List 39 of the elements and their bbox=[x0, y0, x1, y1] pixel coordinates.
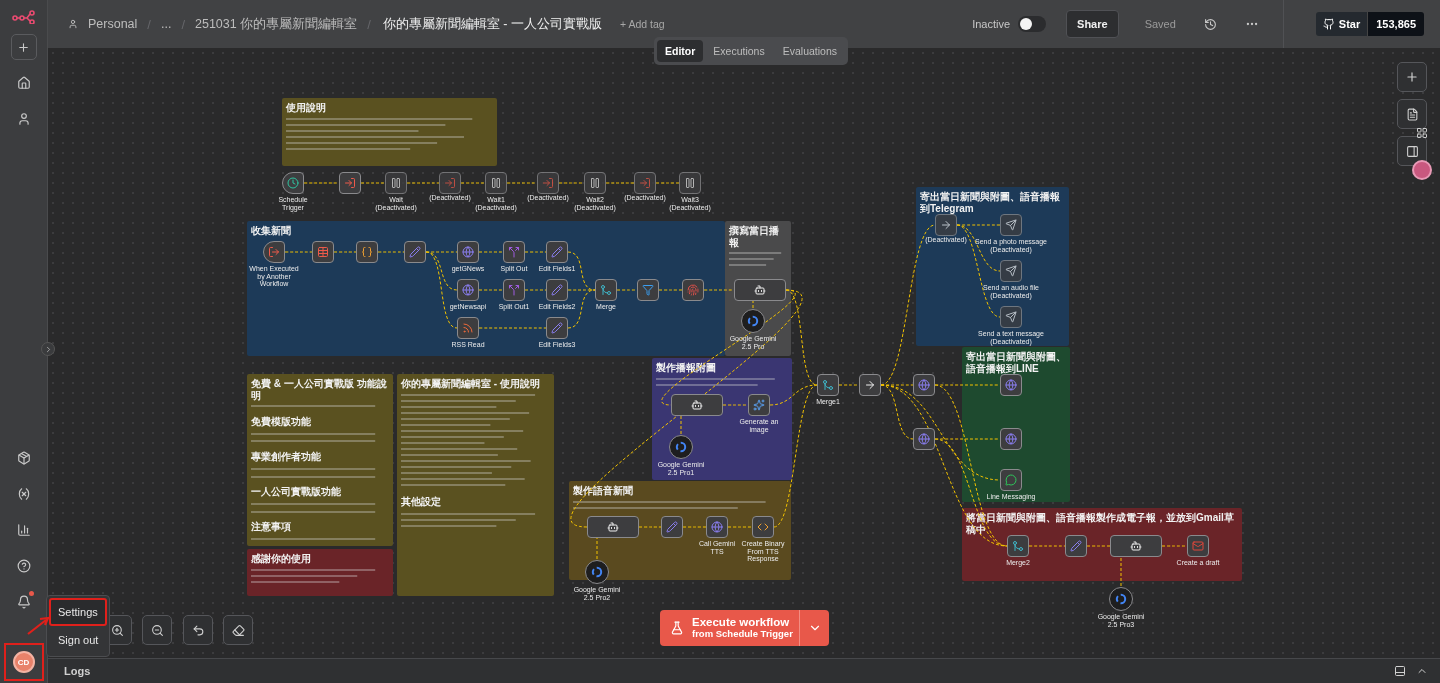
logs-label[interactable]: Logs bbox=[64, 665, 91, 677]
note-heading: 專業創作者功能 bbox=[251, 449, 322, 464]
sticky-note[interactable]: 感謝你的使用 bbox=[247, 549, 393, 596]
share-button[interactable]: Share bbox=[1066, 10, 1119, 38]
note-title: 免費 & 一人公司實戰版 功能說明 bbox=[251, 378, 388, 401]
menu-item[interactable]: Settings bbox=[49, 598, 108, 626]
breadcrumb-link[interactable]: 251031 你的專屬新聞編輯室 bbox=[195, 15, 358, 33]
breadcrumb-link[interactable]: Personal bbox=[88, 17, 138, 31]
breadcrumb-separator: / bbox=[147, 16, 151, 32]
breadcrumb-separator: / bbox=[367, 16, 371, 32]
note-title: 收集新聞 bbox=[251, 225, 291, 237]
breadcrumb-separator: / bbox=[181, 16, 185, 32]
view-tab[interactable]: Editor bbox=[657, 40, 704, 62]
view-tab[interactable]: Executions bbox=[705, 40, 773, 62]
note-heading: 一人公司實戰版功能 bbox=[251, 485, 342, 500]
sticky-note[interactable]: 你的專屬新聞編輯室 - 使用說明 其他設定 bbox=[397, 374, 554, 596]
menu-item[interactable]: Sign out bbox=[49, 626, 108, 654]
workflow-title[interactable]: 你的專屬新聞編輯室 - 一人公司實戰版 bbox=[382, 15, 602, 33]
note-title: 寄出當日新聞與附圖、語音播報到Telegram bbox=[920, 191, 1061, 214]
note-title: 撰寫當日播報 bbox=[729, 225, 780, 248]
add-tag-link[interactable]: + Add tag bbox=[619, 18, 665, 30]
saved-status: Saved bbox=[1144, 18, 1176, 30]
note-heading: 其他設定 bbox=[401, 494, 442, 509]
breadcrumb-link[interactable]: ... bbox=[160, 17, 172, 31]
note-title: 製作播報附圖 bbox=[656, 362, 716, 374]
sticky-note[interactable]: 使用說明 bbox=[282, 98, 497, 166]
note-title: 你的專屬新聞編輯室 - 使用說明 bbox=[401, 378, 540, 390]
active-label: Inactive bbox=[972, 18, 1011, 30]
sticky-note[interactable]: 免費 & 一人公司實戰版 功能說明 免費模版功能 專業創作者功能 一人公司實戰版功能 注意事項 bbox=[247, 374, 393, 546]
note-heading: 免費模版功能 bbox=[251, 414, 312, 429]
note-title: 寄出當日新聞與附圖、語音播報到LINE bbox=[966, 351, 1066, 374]
note-title: 將當日新聞與附圖、語音播報製作成電子報，並放到Gmail草稿中 bbox=[966, 512, 1235, 535]
execute-workflow-button[interactable]: Execute workflow from Schedule Trigger bbox=[660, 610, 829, 646]
star-count: 153,865 bbox=[1368, 12, 1424, 36]
view-tab[interactable]: Evaluations bbox=[774, 40, 845, 62]
note-title: 製作語音新聞 bbox=[573, 485, 633, 497]
note-title: 感謝你的使用 bbox=[251, 553, 311, 565]
note-heading: 注意事項 bbox=[251, 520, 292, 535]
note-title: 使用說明 bbox=[286, 102, 326, 114]
